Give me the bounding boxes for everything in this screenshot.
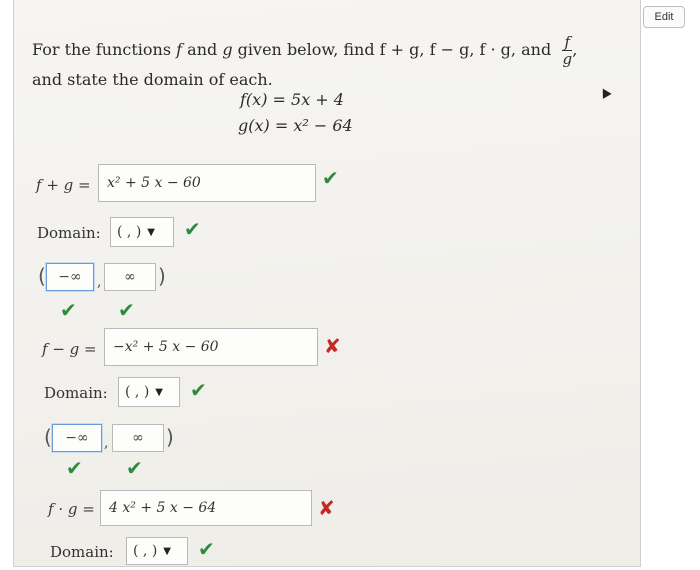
fraction-denominator: g <box>562 50 573 68</box>
difference-interval-comma: , <box>104 435 109 451</box>
product-cross-icon: ✘ <box>318 496 335 520</box>
product-domain-label: Domain: <box>50 543 114 561</box>
product-domain-select[interactable]: ( , ) ▼ <box>126 537 188 565</box>
product-answer-input[interactable]: 4 x² + 5 x − 64 <box>100 490 312 526</box>
difference-answer-input[interactable]: −x² + 5 x − 60 <box>104 328 318 366</box>
dropdown-caret-icon: ▼ <box>163 545 171 557</box>
sum-interval-comma: , <box>97 274 102 290</box>
sum-left-check-icon: ✔ <box>60 298 77 322</box>
difference-domain-select[interactable]: ( , ) ▼ <box>118 377 180 407</box>
difference-right-bound-input[interactable]: ∞ <box>112 424 164 452</box>
dropdown-caret-icon: ▼ <box>147 226 155 238</box>
sum-domain-check-icon: ✔ <box>184 217 201 241</box>
sum-domain-select[interactable]: ( , ) ▼ <box>110 217 174 247</box>
difference-close-paren: ) <box>166 425 174 449</box>
f-definition: f(x) = 5x + 4 <box>240 90 344 109</box>
fraction-numerator: f <box>564 33 571 51</box>
sum-domain-select-value: ( , ) <box>117 224 142 240</box>
sum-left-bound-input[interactable]: −∞ <box>46 263 94 291</box>
sum-label: f + g = <box>36 176 91 194</box>
difference-domain-label: Domain: <box>44 384 108 402</box>
difference-open-paren: ( <box>44 425 52 449</box>
prompt-g: g <box>222 40 233 59</box>
sum-check-icon: ✔ <box>322 166 339 190</box>
sum-close-paren: ) <box>158 264 166 288</box>
difference-domain-select-value: ( , ) <box>125 384 150 400</box>
g-definition: g(x) = x² − 64 <box>238 116 353 135</box>
difference-domain-check-icon: ✔ <box>190 378 207 402</box>
difference-left-check-icon: ✔ <box>66 456 83 480</box>
prompt-line-1: For the functions f and g given below, f… <box>32 34 577 67</box>
quotient-fraction: f g <box>562 33 573 68</box>
sum-open-paren: ( <box>38 264 46 288</box>
sum-right-check-icon: ✔ <box>118 298 135 322</box>
prompt-lead-text: For the functions <box>32 40 177 59</box>
difference-right-check-icon: ✔ <box>126 456 143 480</box>
difference-label: f − g = <box>42 340 97 358</box>
prompt-tail-text: given below, find f + g, f − g, f · g, a… <box>232 40 552 59</box>
difference-cross-icon: ✘ <box>324 334 341 358</box>
sum-right-bound-input[interactable]: ∞ <box>104 263 156 291</box>
prompt-and-text: and <box>182 40 223 59</box>
dropdown-caret-icon: ▼ <box>155 386 163 398</box>
edit-button[interactable]: Edit <box>643 6 685 28</box>
product-domain-select-value: ( , ) <box>133 543 158 559</box>
product-domain-check-icon: ✔ <box>198 537 215 561</box>
sum-answer-input[interactable]: x² + 5 x − 60 <box>98 164 316 202</box>
sum-domain-label: Domain: <box>37 224 101 242</box>
product-label: f · g = <box>48 500 95 518</box>
prompt-line-2: and state the domain of each. <box>32 70 273 89</box>
fraction-comma: , <box>572 40 578 59</box>
difference-left-bound-input[interactable]: −∞ <box>52 424 102 452</box>
